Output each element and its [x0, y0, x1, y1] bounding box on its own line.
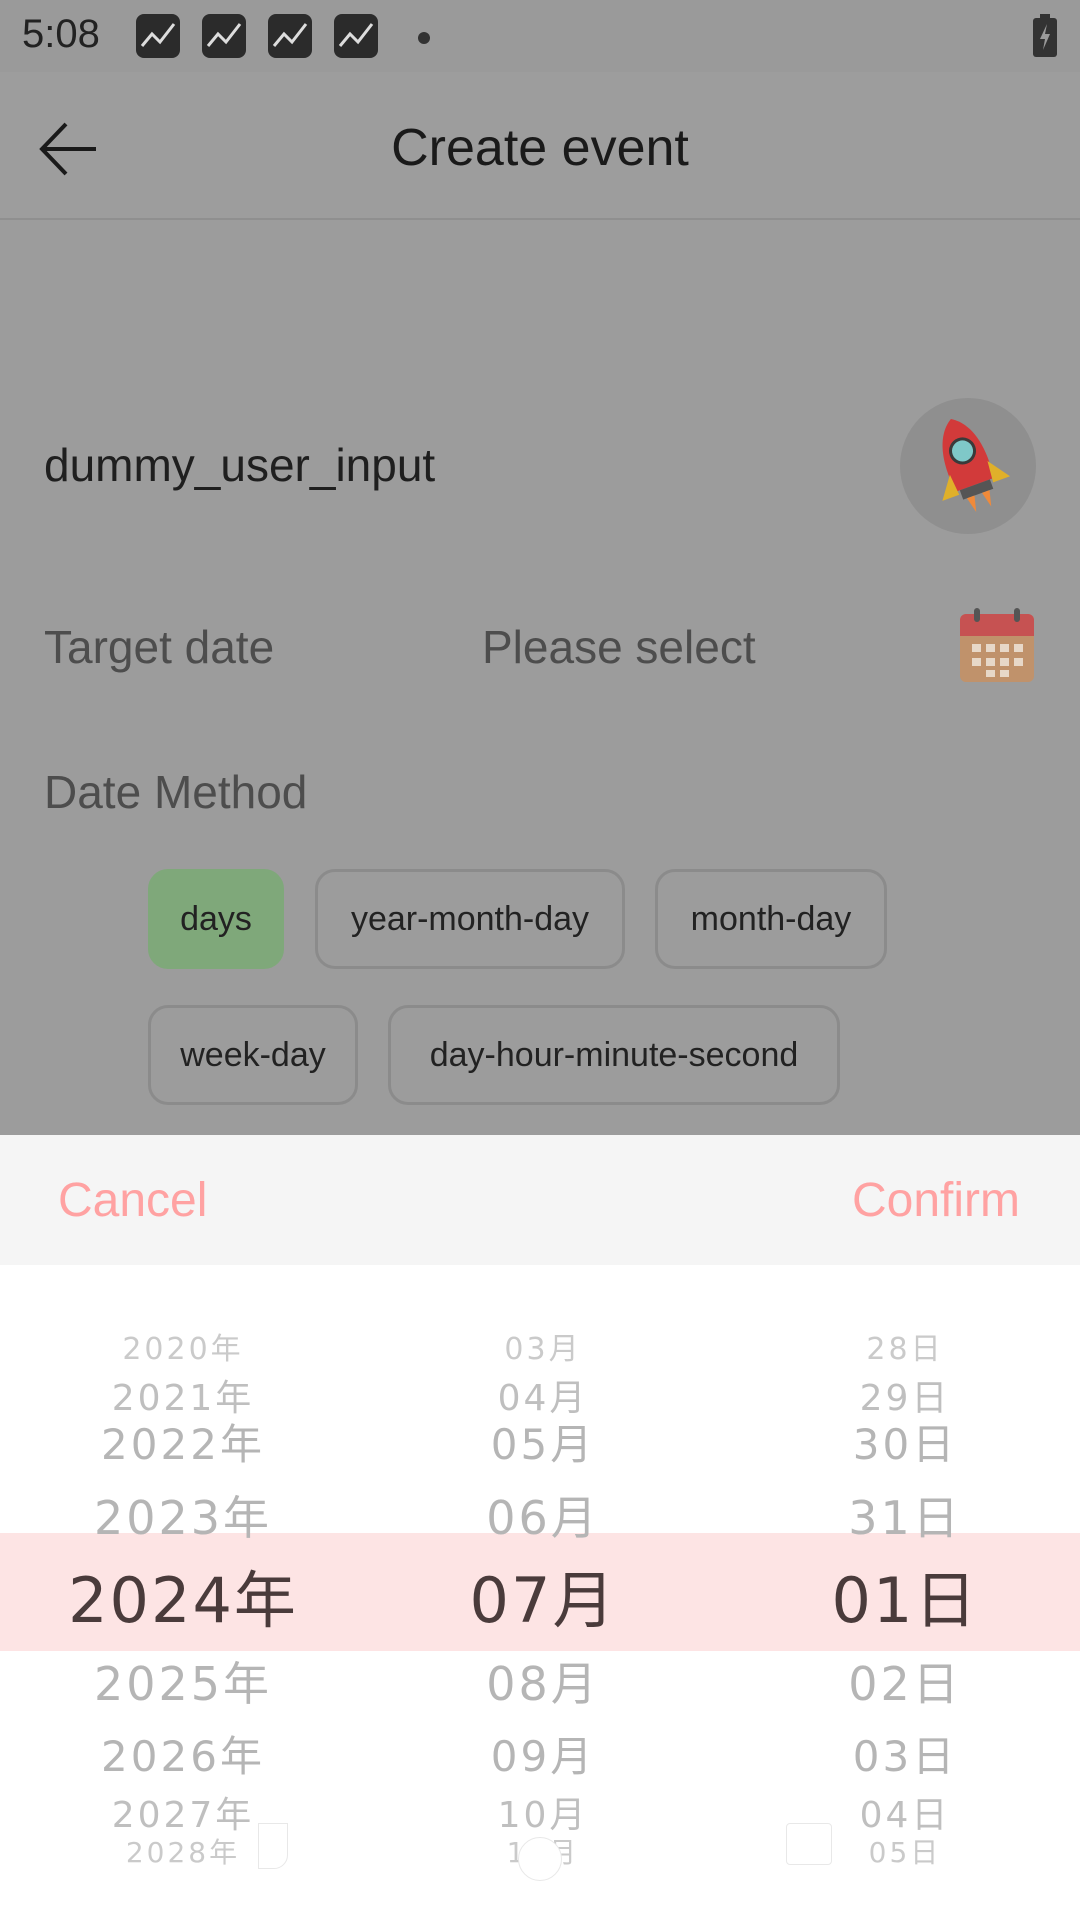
nav-back-gesture: [258, 1823, 288, 1869]
day-wheel-item[interactable]: 02日: [848, 1661, 962, 1707]
method-chip-days[interactable]: days: [148, 869, 284, 969]
year-wheel-item[interactable]: 2027年: [112, 1798, 255, 1834]
year-wheel-item[interactable]: 2026年: [101, 1736, 265, 1778]
day-wheel-item[interactable]: 05日: [869, 1839, 942, 1867]
day-wheel-item[interactable]: 03日: [853, 1736, 957, 1778]
day-wheel-item[interactable]: 28日: [866, 1335, 943, 1365]
month-wheel-item[interactable]: 06月: [486, 1495, 600, 1541]
calendar-icon[interactable]: [958, 606, 1036, 684]
target-date-value[interactable]: Please select: [482, 620, 756, 674]
nav-recents-gesture: [786, 1823, 832, 1865]
sync-app-icon: [136, 14, 180, 58]
year-wheel-item[interactable]: 2022年: [101, 1424, 265, 1466]
target-date-label: Target date: [44, 621, 275, 673]
month-wheel-item[interactable]: 08月: [486, 1661, 600, 1707]
day-wheel-item[interactable]: 31日: [848, 1495, 962, 1541]
year-wheel-item[interactable]: 2025年: [94, 1661, 272, 1707]
rocket-icon: [942, 419, 1011, 512]
month-wheel-item[interactable]: 05月: [491, 1424, 595, 1466]
method-chip-year-month-day[interactable]: year-month-day: [315, 869, 625, 969]
page-title: Create event: [391, 119, 689, 177]
day-wheel-item[interactable]: 30日: [853, 1424, 957, 1466]
status-bar: 5:08: [0, 0, 1080, 72]
status-time: 5:08: [22, 12, 100, 56]
selected-day[interactable]: 01日: [832, 1570, 979, 1632]
sync-app-icon: [334, 14, 378, 58]
method-chip-week-day[interactable]: week-day: [148, 1005, 358, 1105]
year-wheel-item[interactable]: 2023年: [94, 1495, 272, 1541]
method-chip-day-hour-minute-second[interactable]: day-hour-minute-second: [388, 1005, 840, 1105]
sync-app-icon: [202, 14, 246, 58]
year-wheel-item[interactable]: 2028年: [126, 1839, 240, 1867]
month-wheel-item[interactable]: 04月: [498, 1381, 589, 1417]
event-avatar-button[interactable]: [900, 398, 1036, 534]
day-wheel-item[interactable]: 04日: [860, 1798, 951, 1834]
month-wheel-item[interactable]: 03月: [504, 1335, 581, 1365]
month-wheel-item[interactable]: 10月: [498, 1798, 589, 1834]
year-wheel-item[interactable]: 2020年: [122, 1335, 243, 1365]
selected-month[interactable]: 07月: [470, 1570, 617, 1632]
day-wheel-item[interactable]: 29日: [860, 1381, 951, 1417]
battery-charging-icon: [1033, 14, 1057, 57]
cancel-button[interactable]: Cancel: [58, 1173, 207, 1228]
nav-home-gesture: [518, 1837, 562, 1881]
event-name-field[interactable]: dummy_user_input: [44, 438, 435, 492]
year-wheel-item[interactable]: 2021年: [112, 1381, 255, 1417]
sync-app-icon: [268, 14, 312, 58]
selected-year[interactable]: 2024年: [68, 1570, 298, 1632]
notification-dot: [418, 32, 430, 44]
confirm-button[interactable]: Confirm: [852, 1173, 1020, 1228]
date-method-label: Date Method: [44, 766, 308, 818]
month-wheel-item[interactable]: 09月: [491, 1736, 595, 1778]
picker-header: Cancel Confirm: [0, 1135, 1080, 1265]
method-chip-month-day[interactable]: month-day: [655, 869, 887, 969]
date-picker-sheet: Cancel Confirm 2020年 2021年 2022年 2023年 2024年…: [0, 1135, 1080, 1920]
dimmed-background[interactable]: [0, 72, 1080, 1135]
